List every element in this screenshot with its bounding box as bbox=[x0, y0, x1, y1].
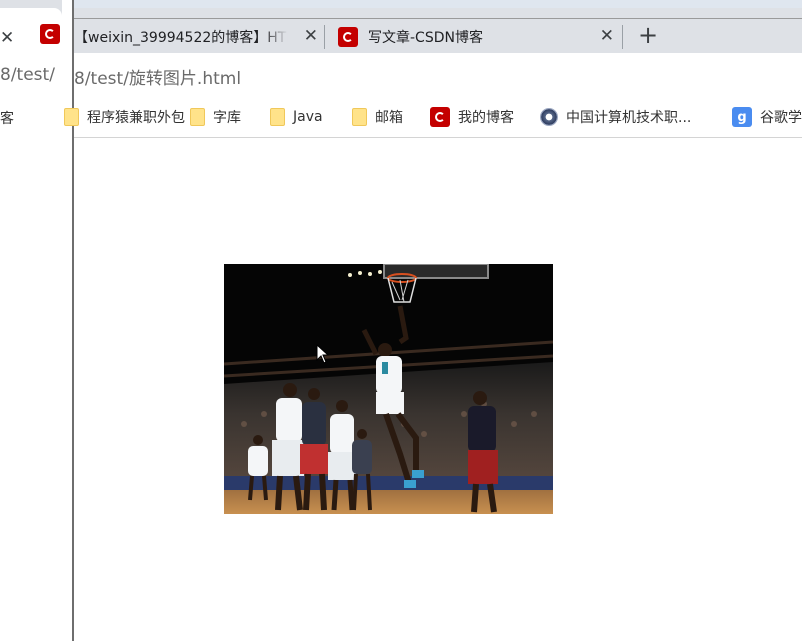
bookmarks-bar: 程序猿兼职外包 字库 Java 邮箱 我的博客 中国计算机技术职... g 谷歌… bbox=[64, 97, 802, 138]
background-browser-window: ✕ 8/test/ 客 bbox=[0, 0, 68, 641]
tab-write-article[interactable]: 写文章-CSDN博客 ✕ bbox=[328, 19, 618, 54]
window-title-strip bbox=[74, 0, 802, 8]
tab-weixin-blog[interactable]: 【weixin_39994522的博客】HTML ✕ bbox=[74, 19, 322, 54]
bookmark-china-computer[interactable]: 中国计算机技术职... bbox=[540, 106, 691, 128]
background-bookmark-fragment[interactable]: 客 bbox=[0, 108, 14, 128]
close-icon[interactable]: ✕ bbox=[304, 26, 318, 46]
bookmark-fonts[interactable]: 字库 bbox=[190, 106, 241, 128]
mouse-cursor-icon bbox=[316, 344, 330, 364]
tab-separator bbox=[324, 25, 325, 49]
google-scholar-icon: g bbox=[732, 107, 752, 127]
bookmark-label: 我的博客 bbox=[458, 110, 514, 126]
csdn-icon bbox=[338, 26, 358, 47]
bookmark-my-blog[interactable]: 我的博客 bbox=[430, 106, 514, 128]
folder-icon bbox=[64, 108, 79, 126]
bookmark-label: 谷歌学 bbox=[760, 110, 802, 126]
new-tab-button[interactable]: + bbox=[638, 20, 658, 50]
bookmark-label: 字库 bbox=[213, 110, 241, 126]
toolbar: 8/test/旋转图片.html bbox=[74, 53, 802, 97]
globe-icon bbox=[540, 108, 558, 126]
tab-title: 写文章-CSDN博客 bbox=[368, 29, 483, 46]
close-icon[interactable]: ✕ bbox=[0, 30, 14, 47]
bookmark-google-scholar[interactable]: g 谷歌学 bbox=[732, 106, 802, 128]
page-content bbox=[74, 138, 802, 641]
bookmark-label: 中国计算机技术职... bbox=[566, 110, 692, 126]
address-bar[interactable]: 8/test/旋转图片.html bbox=[74, 64, 241, 89]
tab-title: 【weixin_39994522的博客】HTML bbox=[74, 29, 288, 46]
bookmark-label: 邮箱 bbox=[375, 110, 403, 126]
csdn-icon bbox=[430, 107, 450, 127]
bookmark-label: 程序猿兼职外包 bbox=[87, 110, 185, 126]
folder-icon bbox=[270, 108, 285, 126]
tab-separator bbox=[622, 25, 623, 49]
bookmark-mailbox[interactable]: 邮箱 bbox=[352, 106, 403, 128]
csdn-icon bbox=[40, 24, 60, 44]
folder-icon bbox=[352, 108, 367, 126]
close-icon[interactable]: ✕ bbox=[600, 26, 614, 46]
bookmark-java[interactable]: Java bbox=[270, 106, 323, 128]
background-url-text: 8/test/ bbox=[0, 65, 55, 85]
basketball-photo bbox=[224, 264, 553, 514]
tab-strip: 【weixin_39994522的博客】HTML ✕ 写文章-CSDN博客 ✕ … bbox=[74, 18, 802, 54]
tab-bar-top bbox=[74, 8, 802, 18]
bookmark-label: Java bbox=[293, 109, 323, 125]
bookmark-outsourcing[interactable]: 程序猿兼职外包 bbox=[64, 106, 185, 128]
folder-icon bbox=[190, 108, 205, 126]
